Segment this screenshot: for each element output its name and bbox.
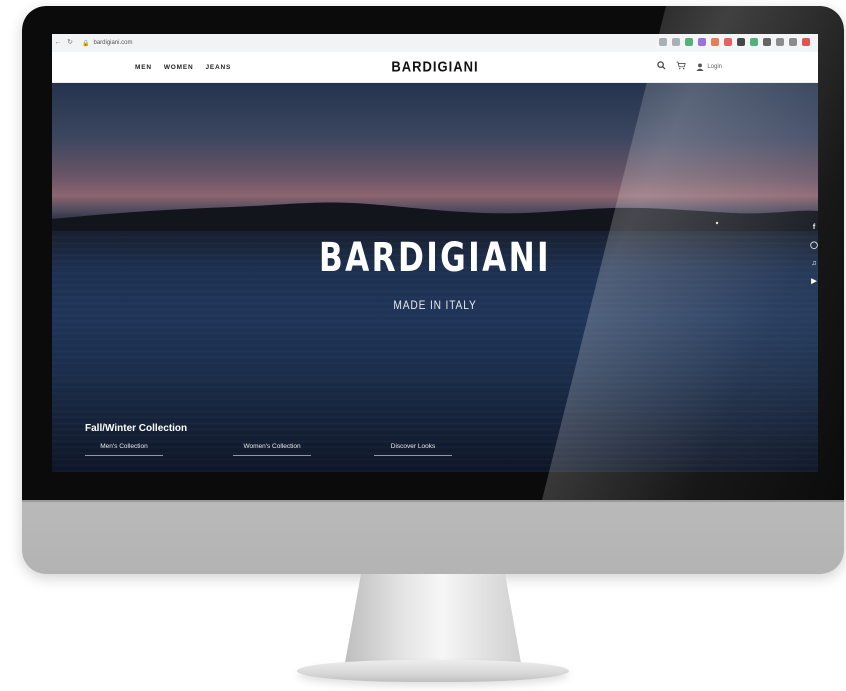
browser-extension-icon[interactable] bbox=[750, 38, 758, 46]
browser-extension-icon[interactable] bbox=[802, 38, 810, 46]
hero-banner: BARDIGIANI MADE IN ITALY f ◯ ♫ ▶ Fall/Wi… bbox=[52, 83, 818, 472]
browser-extension-icon[interactable] bbox=[724, 38, 732, 46]
nav-men[interactable]: MEN bbox=[135, 64, 152, 71]
browser-extension-icon[interactable] bbox=[672, 38, 680, 46]
browser-extension-icon[interactable] bbox=[711, 38, 719, 46]
browser-extension-icon[interactable] bbox=[737, 38, 745, 46]
user-icon bbox=[696, 58, 704, 76]
youtube-icon[interactable]: ▶ bbox=[811, 277, 816, 286]
search-icon[interactable] bbox=[657, 52, 666, 82]
address-bar[interactable]: bardigiani.com bbox=[93, 40, 132, 46]
reload-icon[interactable]: ↻ bbox=[64, 34, 76, 52]
facebook-icon[interactable]: f bbox=[813, 223, 815, 232]
social-links: f ◯ ♫ ▶ bbox=[810, 223, 818, 286]
browser-extension-icon[interactable] bbox=[789, 38, 797, 46]
collection-title: Fall/Winter Collection bbox=[85, 423, 188, 434]
womens-collection-link[interactable]: Women's Collection bbox=[233, 443, 311, 456]
nav-jeans[interactable]: JEANS bbox=[206, 64, 232, 71]
browser-extension-icon[interactable] bbox=[776, 38, 784, 46]
header-tools: Login bbox=[657, 52, 722, 82]
extension-icons bbox=[659, 38, 810, 46]
site-header: MEN WOMEN JEANS BARDIGIANI Login bbox=[52, 52, 818, 83]
screen: ← ↻ 🔒 bardigiani.com MEN WOMEN JEANS BAR… bbox=[52, 34, 818, 472]
login-label: Login bbox=[707, 64, 722, 70]
monitor-stand-base bbox=[297, 660, 569, 682]
browser-extension-icon[interactable] bbox=[763, 38, 771, 46]
brand-logo[interactable]: BARDIGIANI bbox=[352, 50, 518, 85]
browser-extension-icon[interactable] bbox=[685, 38, 693, 46]
nav-women[interactable]: WOMEN bbox=[164, 64, 194, 71]
mens-collection-link[interactable]: Men's Collection bbox=[85, 443, 163, 456]
monitor-chin-divider bbox=[22, 500, 844, 502]
tiktok-icon[interactable]: ♫ bbox=[811, 259, 816, 268]
cart-icon[interactable] bbox=[676, 52, 687, 82]
hero-title: BARDIGIANI bbox=[319, 235, 551, 281]
browser-extension-icon[interactable] bbox=[698, 38, 706, 46]
back-arrow-icon[interactable]: ← bbox=[52, 34, 64, 52]
horizon-hills bbox=[52, 202, 818, 231]
discover-looks-link[interactable]: Discover Looks bbox=[374, 443, 452, 456]
instagram-icon[interactable]: ◯ bbox=[810, 241, 818, 250]
main-nav: MEN WOMEN JEANS bbox=[135, 52, 231, 82]
login-button[interactable]: Login bbox=[696, 58, 722, 76]
lock-icon: 🔒 bbox=[82, 40, 90, 47]
monitor-stand-neck bbox=[343, 574, 523, 674]
collection-links: Men's Collection Women's Collection Disc… bbox=[85, 443, 805, 461]
browser-extension-icon[interactable] bbox=[659, 38, 667, 46]
monitor-frame: ← ↻ 🔒 bardigiani.com MEN WOMEN JEANS BAR… bbox=[22, 6, 844, 574]
hero-subtitle: MADE IN ITALY bbox=[393, 298, 477, 312]
